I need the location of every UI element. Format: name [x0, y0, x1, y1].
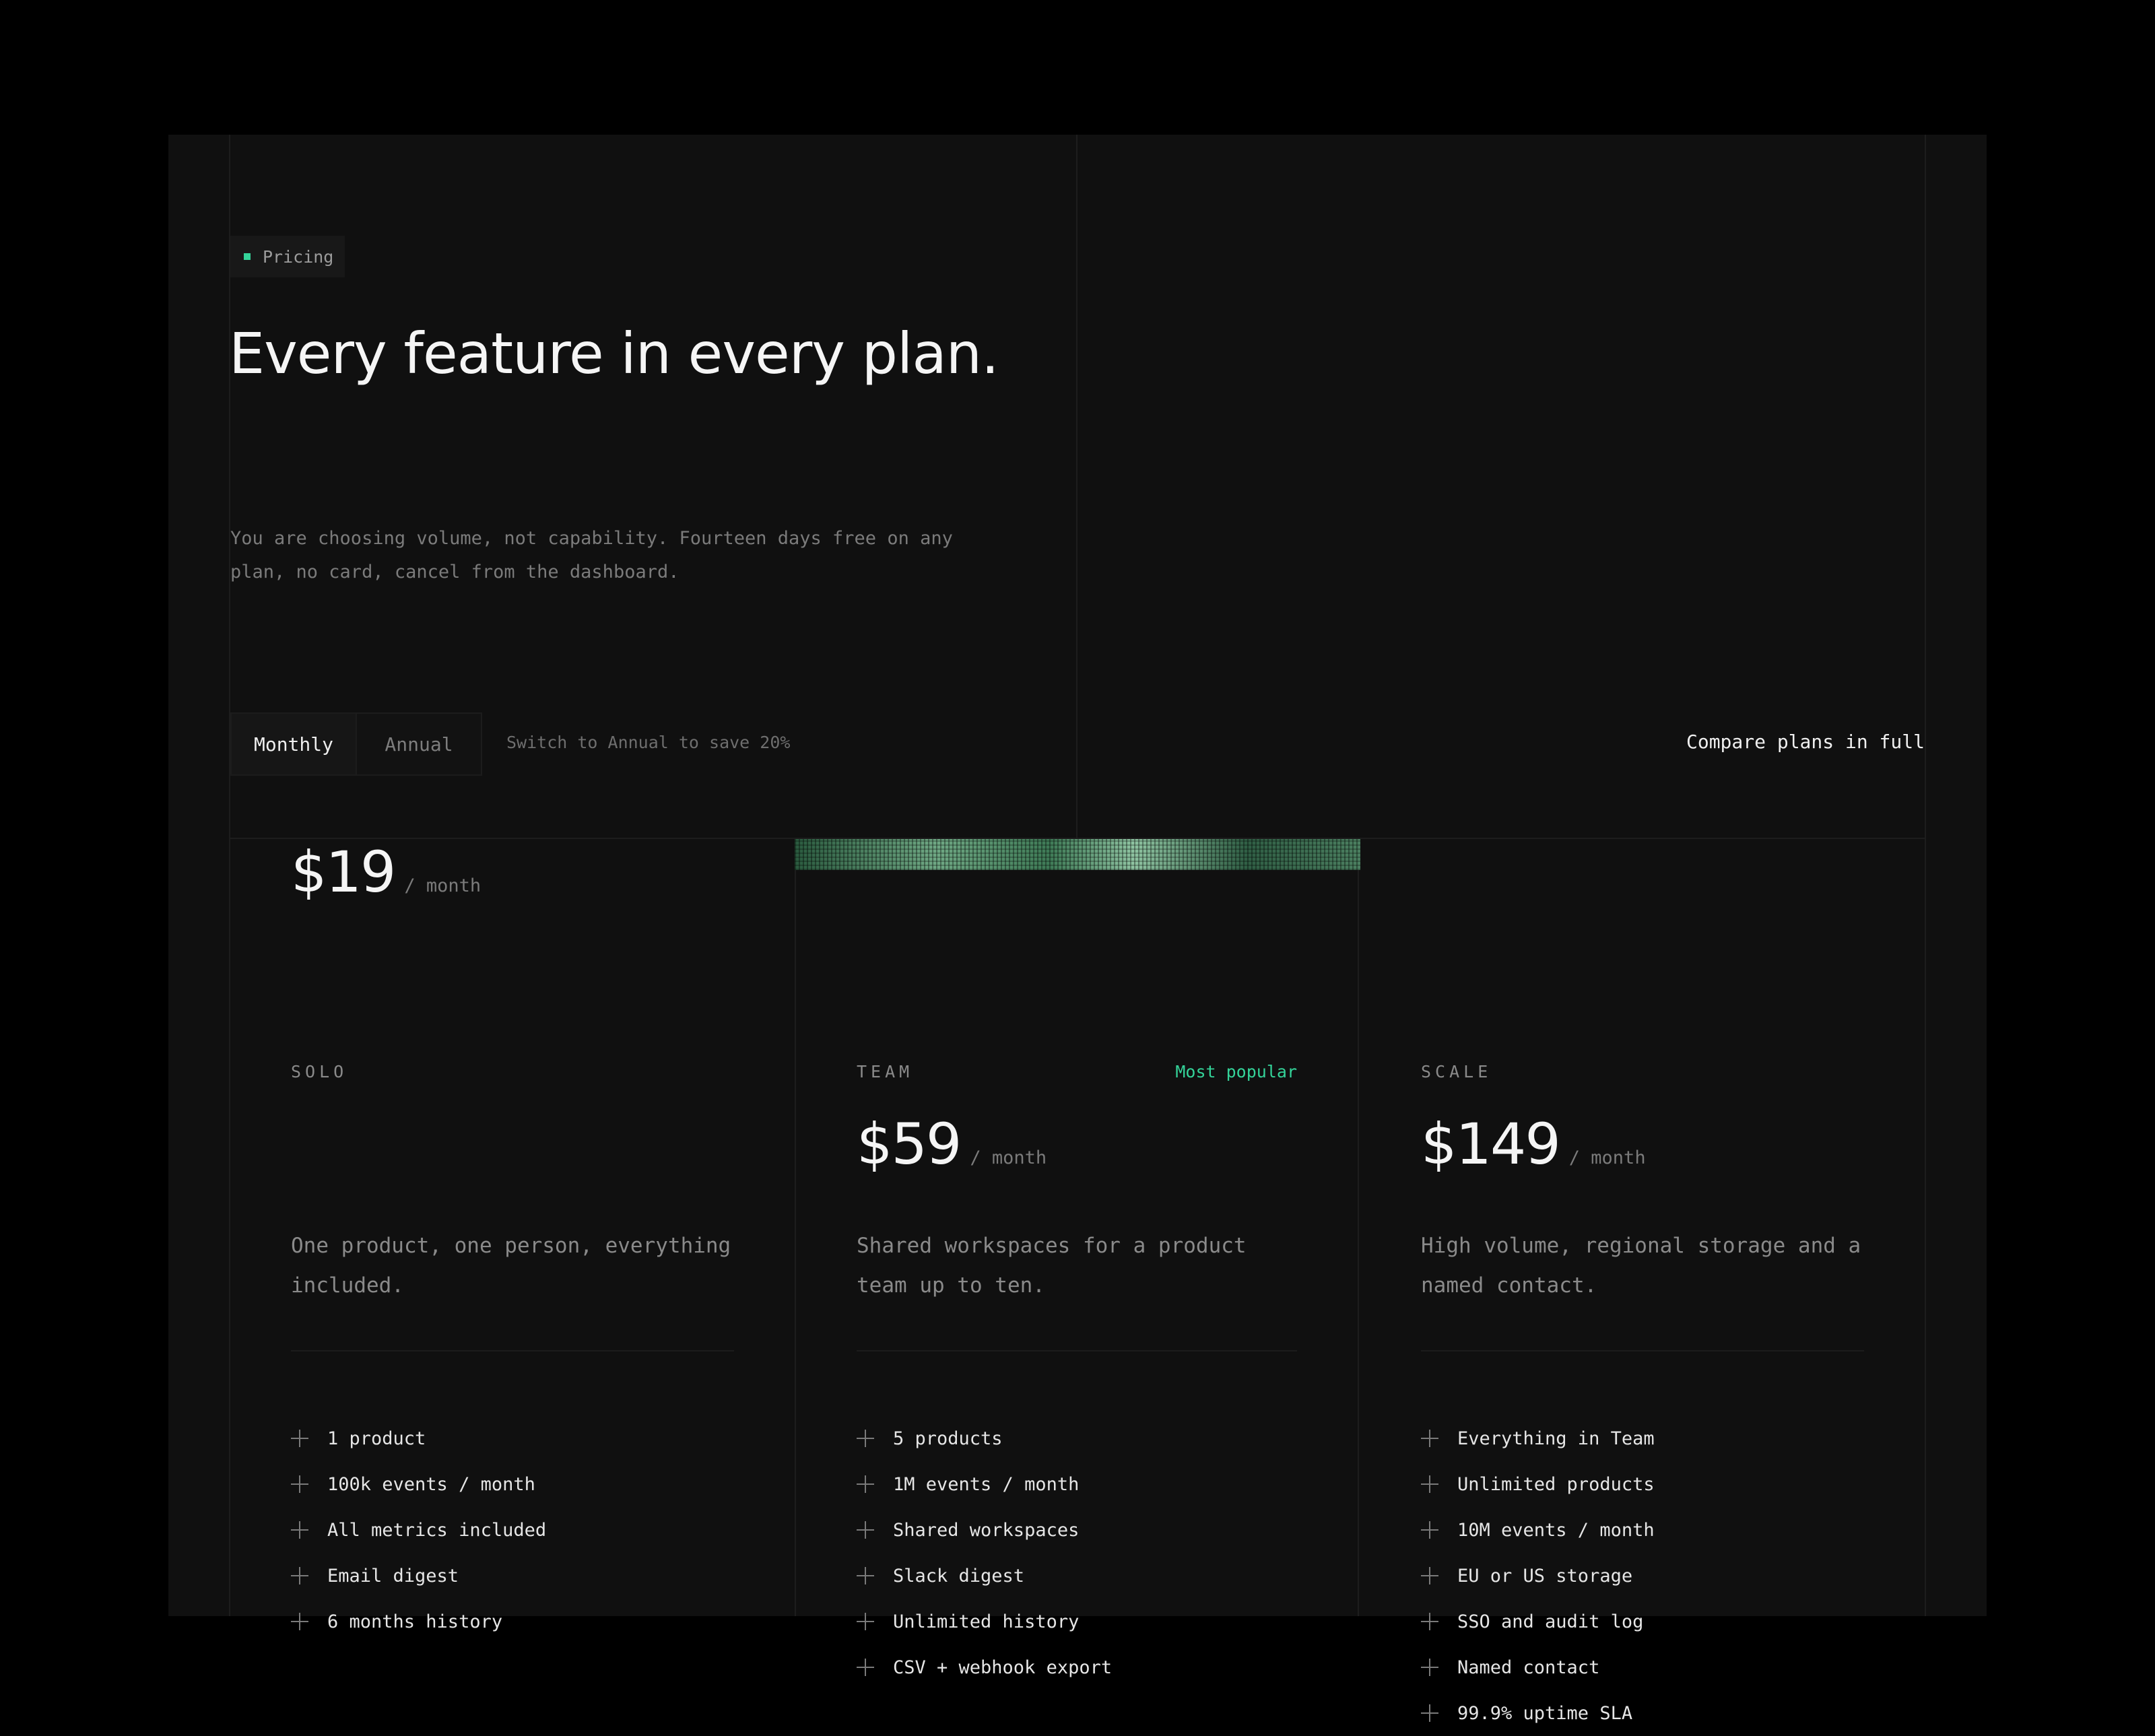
page-title: Every feature in every plan. [229, 321, 999, 387]
feature-label: 6 months history [327, 1611, 503, 1632]
feature-label: Unlimited products [1457, 1473, 1655, 1495]
plan-name: TEAM [857, 1062, 914, 1081]
grid-line [1925, 135, 1926, 1616]
feature-label: Shared workspaces [893, 1519, 1080, 1541]
feature-label: EU or US storage [1457, 1565, 1633, 1587]
plan-price: $59 [857, 1111, 962, 1177]
plus-icon [857, 1613, 874, 1630]
plus-icon [1421, 1704, 1438, 1722]
feature-item: 1M events / month [857, 1461, 1297, 1507]
feature-label: Email digest [327, 1565, 459, 1587]
plus-icon [857, 1475, 874, 1493]
plan-features: Everything in Team Unlimited products 10… [1421, 1415, 1864, 1736]
plus-icon [1421, 1659, 1438, 1676]
plus-icon [857, 1567, 874, 1584]
billing-toggle: Monthly Annual [230, 712, 482, 776]
compare-plans-link[interactable]: Compare plans in full [1686, 731, 1925, 753]
price-row: $149 / month [1421, 1111, 1646, 1177]
feature-item: Email digest [291, 1553, 734, 1599]
divider [1421, 1350, 1864, 1351]
plus-icon [291, 1475, 308, 1493]
plan-card-scale: SCALE $149 / month High volume, regional… [1360, 839, 1925, 1724]
plan-period: / month [404, 875, 482, 896]
plan-name: SCALE [1421, 1062, 1492, 1081]
plan-features: 5 products 1M events / month Shared work… [857, 1415, 1297, 1690]
plan-card-solo: SOLO $19 / month One product, one person… [230, 839, 795, 1632]
feature-label: 5 products [893, 1428, 1003, 1449]
feature-item: EU or US storage [1421, 1553, 1864, 1599]
plan-features: 1 product 100k events / month All metric… [291, 1415, 734, 1644]
feature-item: CSV + webhook export [857, 1644, 1297, 1690]
plus-icon [291, 1613, 308, 1630]
plan-description: Shared workspaces for a product team up … [857, 1234, 1247, 1298]
price-row: $19 / month [291, 839, 481, 905]
feature-label: 1 product [327, 1428, 426, 1449]
plus-icon [1421, 1475, 1438, 1493]
feature-item: Everything in Team [1421, 1415, 1864, 1461]
feature-label: Slack digest [893, 1565, 1025, 1587]
plan-name: SOLO [291, 1062, 348, 1081]
plus-icon [291, 1567, 308, 1584]
feature-item: Shared workspaces [857, 1507, 1297, 1553]
feature-label: 1M events / month [893, 1473, 1080, 1495]
annual-savings-note: Switch to Annual to save 20% [506, 733, 791, 752]
feature-item: 5 products [857, 1415, 1297, 1461]
divider [291, 1350, 734, 1351]
feature-label: Everything in Team [1457, 1428, 1655, 1449]
tag-dot-icon [244, 253, 251, 260]
page-subtitle: You are choosing volume, not capability.… [230, 528, 953, 582]
most-popular-badge: Most popular [1175, 1062, 1297, 1081]
feature-label: Named contact [1457, 1657, 1600, 1678]
plus-icon [857, 1521, 874, 1539]
plus-icon [1421, 1613, 1438, 1630]
divider [857, 1350, 1297, 1351]
plan-period: / month [970, 1147, 1047, 1168]
plus-icon [1421, 1430, 1438, 1447]
billing-monthly-option[interactable]: Monthly [232, 714, 356, 774]
price-row: $59 / month [857, 1111, 1047, 1177]
billing-annual-option[interactable]: Annual [356, 714, 481, 774]
plus-icon [857, 1659, 874, 1676]
plus-icon [1421, 1567, 1438, 1584]
feature-label: 100k events / month [327, 1473, 535, 1495]
feature-item: All metrics included [291, 1507, 734, 1553]
feature-item: Unlimited history [857, 1599, 1297, 1644]
pricing-section: Pricing Every feature in every plan. You… [168, 135, 1987, 1724]
plus-icon [1421, 1521, 1438, 1539]
feature-item: 100k events / month [291, 1461, 734, 1507]
feature-label: SSO and audit log [1457, 1611, 1644, 1632]
feature-label: 10M events / month [1457, 1519, 1655, 1541]
plus-icon [857, 1430, 874, 1447]
plus-icon [291, 1521, 308, 1539]
pricing-tag: Pricing [230, 236, 345, 277]
feature-item: 6 months history [291, 1599, 734, 1644]
featured-plan-accent-bar [795, 839, 1360, 870]
plan-description: One product, one person, everything incl… [291, 1234, 731, 1298]
tag-label: Pricing [263, 246, 334, 267]
grid-line [1076, 135, 1078, 839]
feature-item: Named contact [1421, 1644, 1864, 1690]
feature-item: Unlimited products [1421, 1461, 1864, 1507]
plan-period: / month [1568, 1147, 1646, 1168]
feature-item: 10M events / month [1421, 1507, 1864, 1553]
plan-card-team: TEAM Most popular $59 / month Shared wor… [795, 839, 1359, 1678]
plan-description: High volume, regional storage and a name… [1421, 1234, 1861, 1298]
feature-item: Slack digest [857, 1553, 1297, 1599]
feature-label: All metrics included [327, 1519, 547, 1541]
feature-label: 99.9% uptime SLA [1457, 1702, 1633, 1724]
plan-price: $19 [291, 839, 396, 905]
plus-icon [291, 1430, 308, 1447]
plan-price: $149 [1421, 1111, 1561, 1177]
feature-item: SSO and audit log [1421, 1599, 1864, 1644]
feature-item: 99.9% uptime SLA [1421, 1690, 1864, 1736]
feature-label: Unlimited history [893, 1611, 1080, 1632]
feature-item: 1 product [291, 1415, 734, 1461]
feature-label: CSV + webhook export [893, 1657, 1113, 1678]
